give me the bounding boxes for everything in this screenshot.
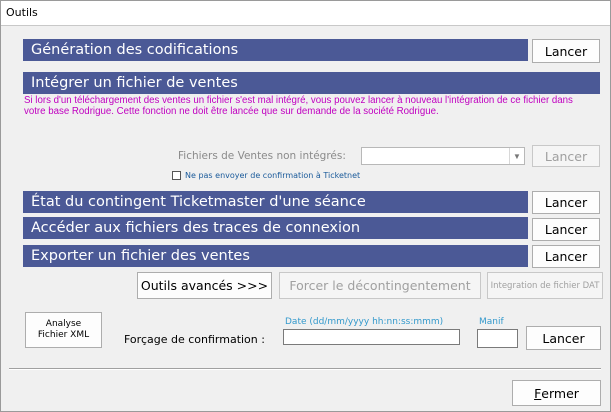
fermer-label: ermer xyxy=(541,385,579,401)
footer-separator xyxy=(9,368,601,370)
section-integrer-header: Intégrer un fichier de ventes xyxy=(23,72,600,94)
generation-lancer-button[interactable]: Lancer xyxy=(532,39,600,63)
window-title: Outils xyxy=(6,6,38,19)
analyse-xml-line1: Analyse xyxy=(45,319,82,329)
section-etat-header: État du contingent Ticketmaster d'une sé… xyxy=(23,191,528,213)
forcer-decontingentement-button[interactable]: Forcer le décontingentement xyxy=(279,272,481,299)
date-hint-label: Date (dd/mm/yyyy hh:nn:ss:mmm) xyxy=(285,317,444,327)
exporter-lancer-button[interactable]: Lancer xyxy=(532,245,600,268)
manif-hint-label: Manif xyxy=(479,317,504,327)
integration-dat-button[interactable]: Integration de fichier DAT xyxy=(487,272,603,299)
acceder-lancer-button[interactable]: Lancer xyxy=(532,218,600,241)
outils-window: Outils Génération des codifications Lanc… xyxy=(0,0,611,412)
fermer-accelerator: F xyxy=(534,385,542,401)
section-exporter-header: Exporter un fichier des ventes xyxy=(23,245,528,267)
chevron-down-icon[interactable]: ▼ xyxy=(509,148,524,164)
integration-info-text: Si lors d'un téléchargement des ventes u… xyxy=(24,95,573,117)
forcage-lancer-button[interactable]: Lancer xyxy=(526,326,601,350)
manif-input[interactable] xyxy=(477,329,518,348)
no-confirmation-checkbox[interactable] xyxy=(172,171,181,180)
files-combobox[interactable]: ▼ xyxy=(361,147,525,165)
fermer-button[interactable]: Fermer xyxy=(512,380,601,406)
analyse-xml-button[interactable]: Analyse Fichier XML xyxy=(25,312,102,348)
forcage-label: Forçage de confirmation : xyxy=(124,333,265,346)
section-acceder-header: Accéder aux fichiers des traces de conne… xyxy=(23,217,528,239)
etat-lancer-button[interactable]: Lancer xyxy=(532,191,600,214)
files-label: Fichiers de Ventes non intégrés: xyxy=(178,150,346,162)
integration-lancer-button[interactable]: Lancer xyxy=(532,145,600,167)
no-confirmation-label: Ne pas envoyer de confirmation à Ticketn… xyxy=(185,171,361,180)
title-bar: Outils xyxy=(1,1,610,26)
date-input[interactable] xyxy=(283,329,460,345)
outils-avances-button[interactable]: Outils avancés >>> xyxy=(137,272,272,299)
analyse-xml-line2: Fichier XML xyxy=(37,330,90,340)
section-generation-header: Génération des codifications xyxy=(23,39,528,61)
